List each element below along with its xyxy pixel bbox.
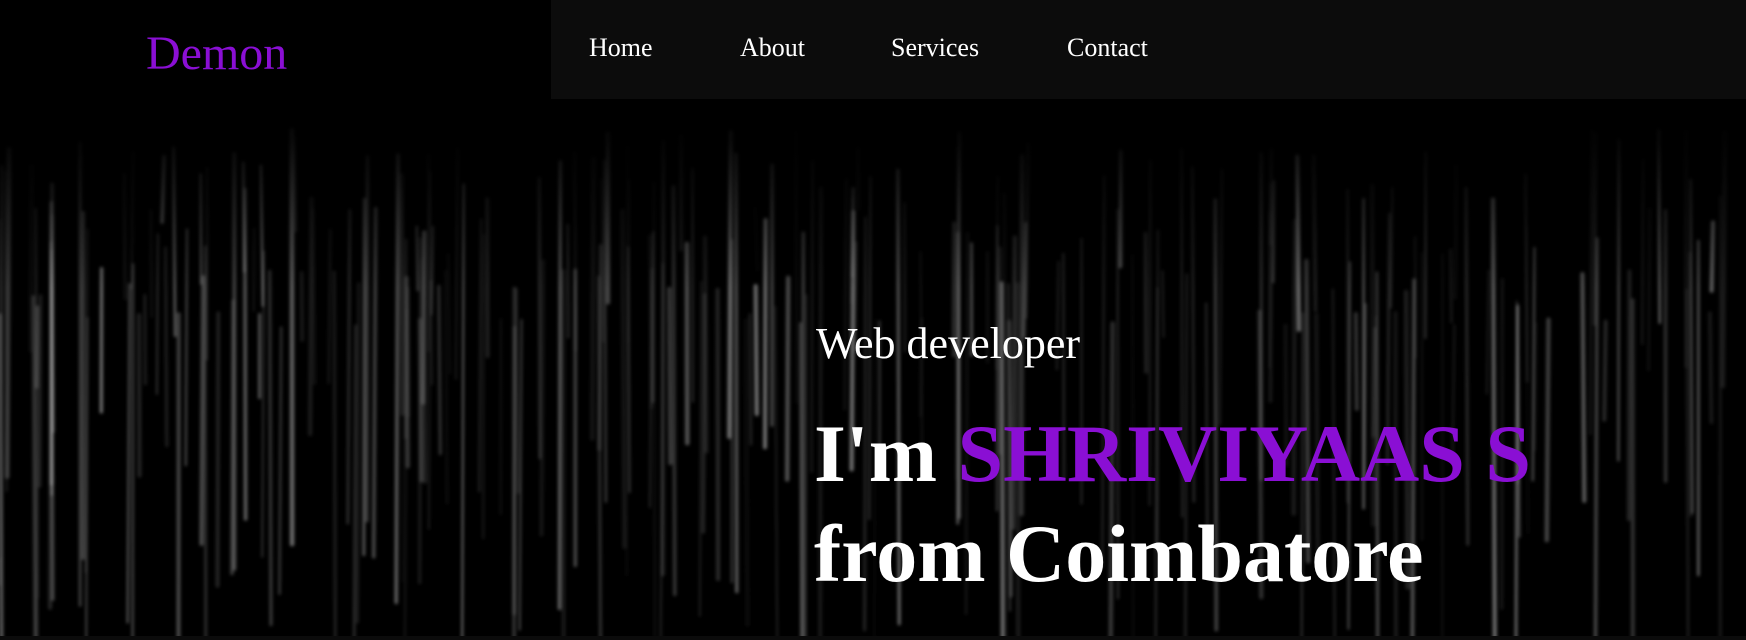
hero-headline: I'm SHRIVIYAAS S from Coimbatore <box>814 404 1531 604</box>
hero-subtitle: Web developer <box>816 319 1080 368</box>
hero-name: SHRIVIYAAS S <box>957 408 1531 499</box>
bottom-edge <box>0 636 1746 640</box>
hero-location-line: from Coimbatore <box>814 508 1424 599</box>
nav-link-services[interactable]: Services <box>891 28 979 68</box>
nav-link-home[interactable]: Home <box>589 28 653 68</box>
nav-link-about[interactable]: About <box>740 28 805 68</box>
hero-name-line: I'm SHRIVIYAAS S <box>814 404 1531 504</box>
hero-greeting: I'm <box>814 408 937 499</box>
page: Demon Home About Services Contact Web de… <box>0 0 1746 640</box>
top-navigation: Home About Services Contact <box>551 0 1746 99</box>
nav-link-contact[interactable]: Contact <box>1067 28 1148 68</box>
brand-logo[interactable]: Demon <box>146 24 287 84</box>
